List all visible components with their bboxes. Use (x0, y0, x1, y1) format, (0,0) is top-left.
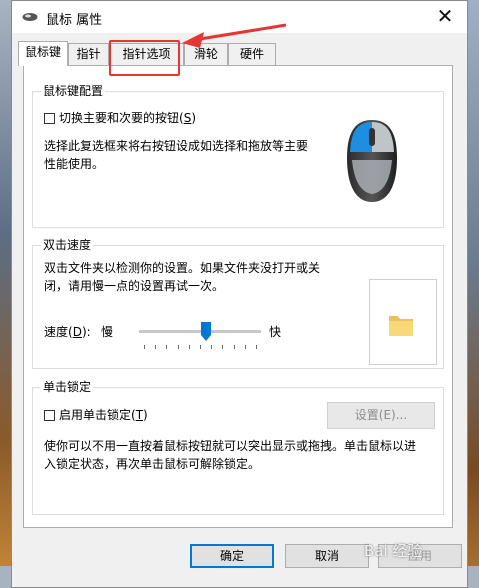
fast-label: 快 (269, 325, 282, 339)
mouse-properties-dialog: 鼠标 属性 ✕ 鼠标键 指针 指针选项 滑轮 硬件 鼠标键配置 切换主要和次要的… (11, 0, 468, 588)
click-lock-group: 单击锁定 启用单击锁定(T) 设置(E)... 使你可以不用一直按着鼠标按钮就可… (32, 379, 444, 515)
click-lock-label[interactable]: 启用单击锁定(T) (59, 406, 148, 424)
slider-tick (234, 345, 235, 349)
slider-tick (222, 345, 223, 349)
click-lock-settings-button[interactable]: 设置(E)... (327, 402, 435, 429)
switch-buttons-label[interactable]: 切换主要和次要的按钮(S) (59, 109, 196, 127)
slider-track (139, 330, 261, 333)
ok-button[interactable]: 确定 (190, 544, 274, 568)
button-config-group: 鼠标键配置 切换主要和次要的按钮(S) 选择此复选框来将右按钮设成如选择和拖放等… (32, 83, 444, 228)
slider-tick (155, 345, 156, 349)
slider-tick (245, 345, 246, 349)
slider-tick (178, 345, 179, 349)
button-config-description-line2: 性能使用。 (44, 157, 105, 171)
slider-tick (211, 345, 212, 349)
tab-wheel[interactable]: 滑轮 (184, 43, 228, 65)
slider-tick (166, 345, 167, 349)
double-click-speed-slider[interactable] (139, 321, 261, 351)
switch-buttons-checkbox[interactable] (44, 113, 55, 124)
click-lock-description-line2: 入锁定状态，再次单击鼠标可解除锁定。 (44, 457, 261, 471)
click-lock-description-line1: 使你可以不用一直按着鼠标按钮就可以突出显示或拖拽。单击鼠标以进 (44, 439, 417, 453)
slow-label: 慢 (101, 325, 114, 339)
watermark: Bai 经验 (364, 542, 423, 560)
group-title: 鼠标键配置 (41, 83, 106, 99)
tab-hardware[interactable]: 硬件 (228, 43, 276, 65)
double-click-group: 双击速度 双击文件夹以检测你的设置。如果文件夹没打开或关 闭，请用慢一点的设置再… (32, 237, 444, 369)
speed-label: 速度(D): (44, 325, 91, 339)
title-bar: 鼠标 属性 ✕ (12, 1, 467, 33)
tab-pointer-options[interactable]: 指针选项 (109, 43, 184, 65)
click-lock-checkbox[interactable] (44, 410, 55, 421)
double-click-description-line1: 双击文件夹以检测你的设置。如果文件夹没打开或关 (44, 261, 321, 275)
cancel-button[interactable]: 取消 (285, 544, 369, 568)
test-folder-area[interactable] (369, 279, 437, 365)
mouse-illustration-icon (347, 120, 397, 202)
slider-tick (256, 345, 257, 349)
tab-panel: 鼠标键配置 切换主要和次要的按钮(S) 选择此复选框来将右按钮设成如选择和拖放等… (23, 65, 453, 528)
folder-icon[interactable] (386, 310, 416, 340)
slider-tick (189, 345, 190, 349)
slider-thumb[interactable] (201, 322, 211, 341)
group-title: 单击锁定 (41, 379, 94, 395)
group-title: 双击速度 (41, 237, 94, 253)
window-title: 鼠标 属性 (46, 13, 103, 28)
mouse-app-icon (22, 13, 38, 21)
button-config-description-line1: 选择此复选框来将右按钮设成如选择和拖放等主要 (44, 139, 309, 153)
close-button[interactable]: ✕ (423, 1, 467, 33)
double-click-description-line2: 闭，请用慢一点的设置再试一次。 (44, 279, 225, 293)
tab-mouse-buttons[interactable]: 鼠标键 (18, 41, 68, 66)
slider-tick (144, 345, 145, 349)
slider-tick (200, 345, 201, 349)
tab-pointers[interactable]: 指针 (68, 43, 109, 65)
